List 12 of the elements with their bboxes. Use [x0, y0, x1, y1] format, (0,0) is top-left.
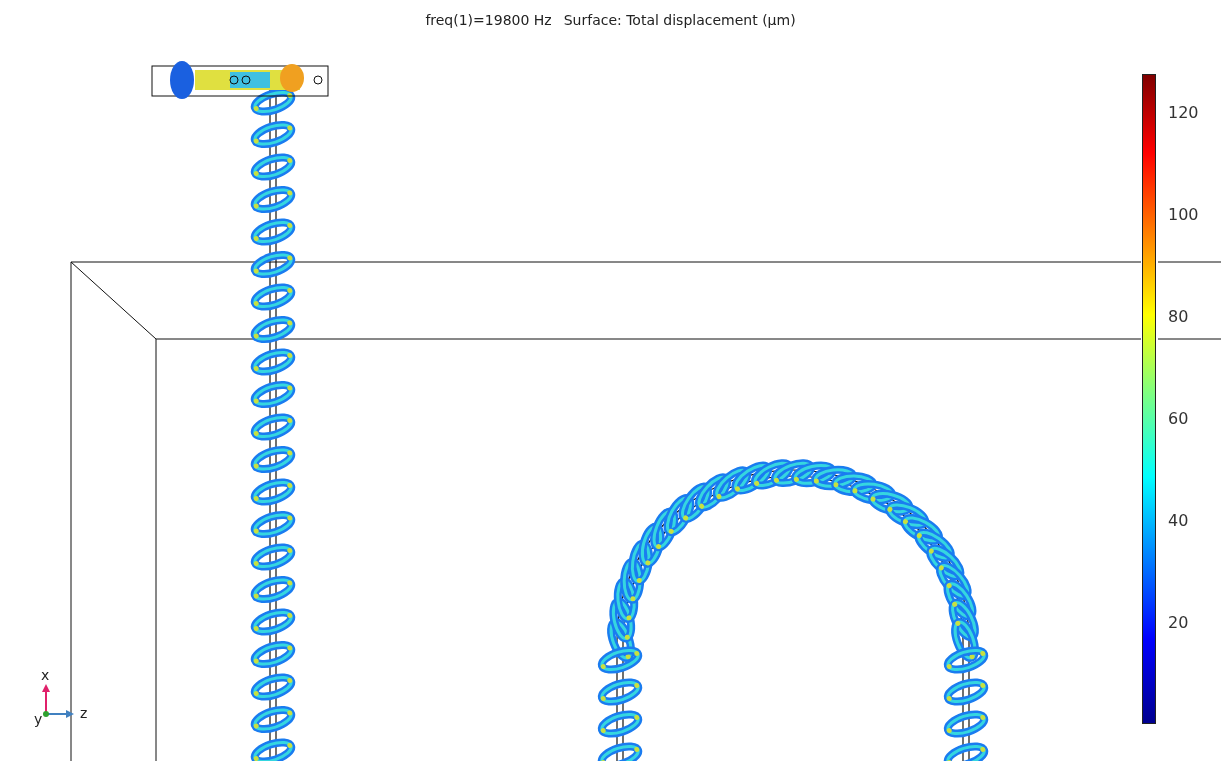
axis-label: x: [41, 668, 50, 682]
color-scale-label: 60: [1168, 408, 1189, 428]
plot-title: freq(1)=19800 Hz: [425, 12, 552, 28]
plot-title: Surface: Total displacement (µm): [563, 12, 796, 28]
axis-label: y: [34, 712, 43, 726]
color-scale-label: 40: [1168, 510, 1189, 530]
axis-label: z: [80, 706, 88, 720]
color-scale-label: 20: [1168, 612, 1189, 632]
color-scale-label: 80: [1168, 306, 1189, 326]
color-scale-label: 120: [1168, 102, 1199, 122]
axis-triad-icon: [42, 684, 74, 718]
color-scale-label: 100: [1168, 204, 1199, 224]
